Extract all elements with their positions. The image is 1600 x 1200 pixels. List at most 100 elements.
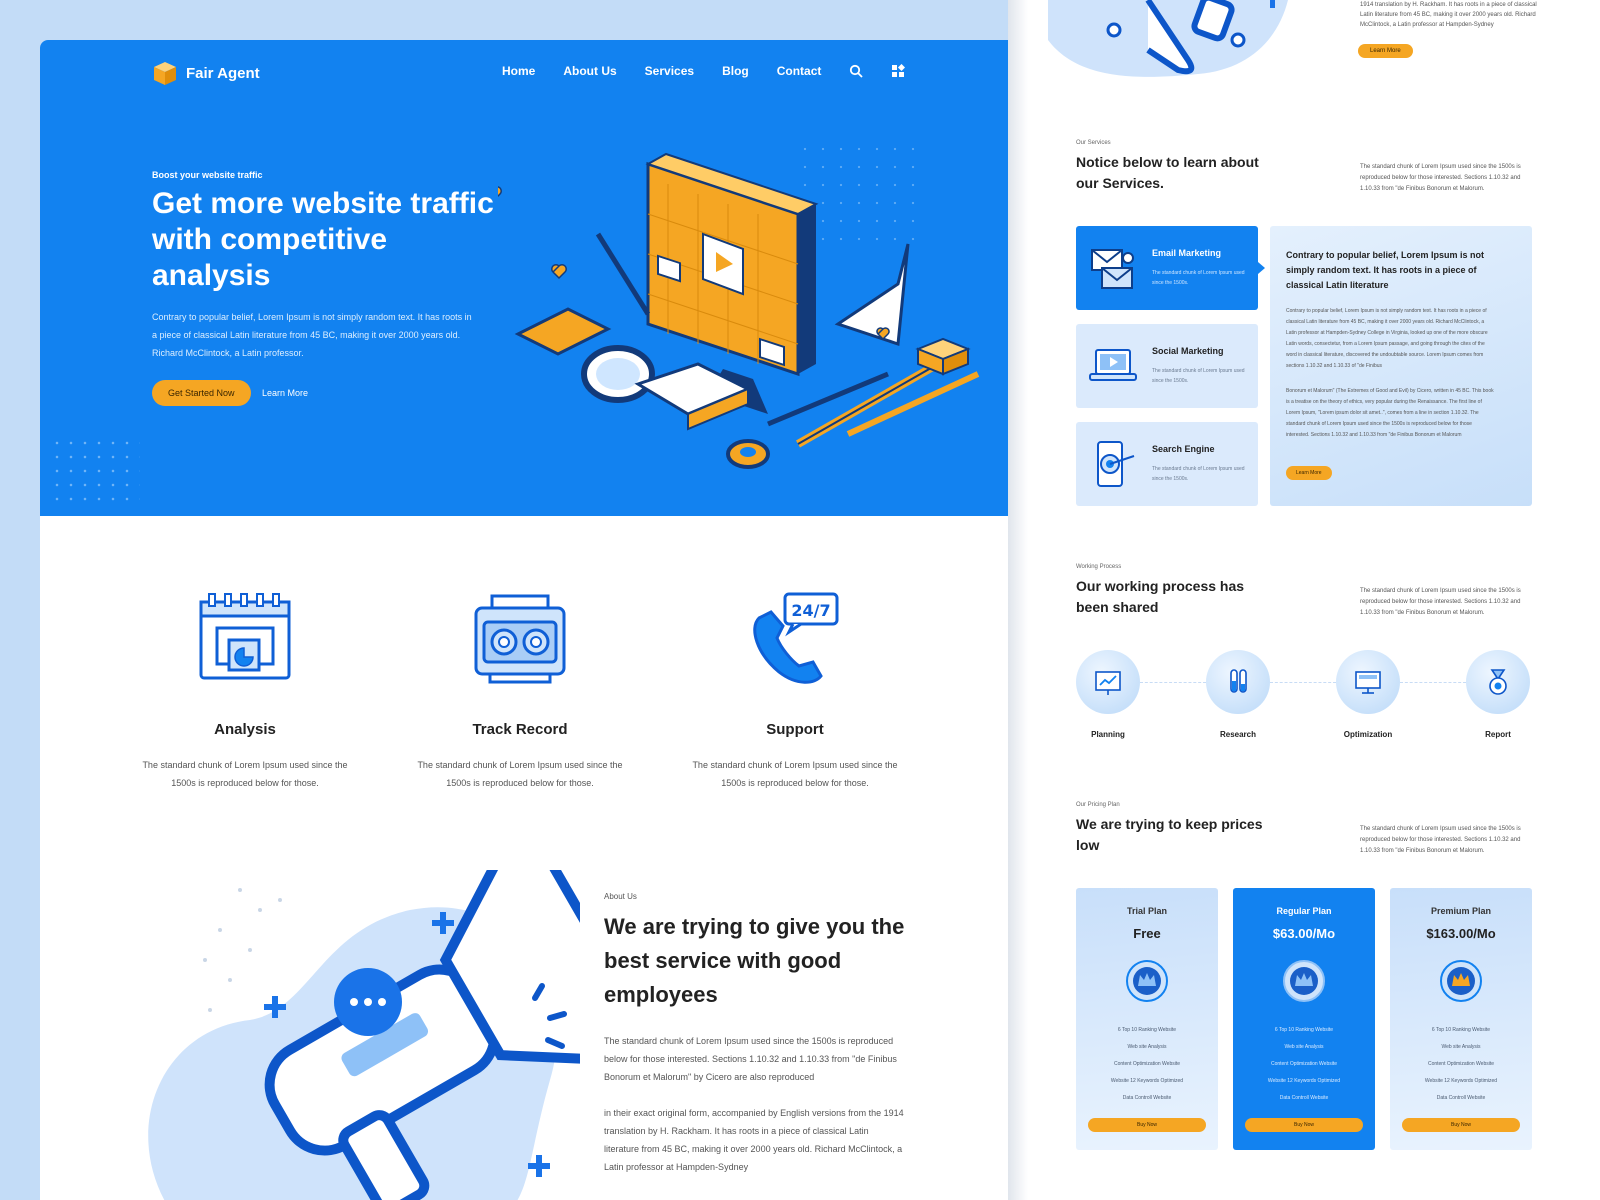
service-card-social[interactable]: Social Marketing The standard chunk of L… [1076, 324, 1258, 408]
feature-text: The standard chunk of Lorem Ipsum used s… [142, 760, 348, 788]
calendar-chart-icon [199, 593, 291, 680]
service-description: The standard chunk of Lorem Ipsum used s… [1152, 270, 1245, 286]
learn-more-link[interactable]: Learn More [262, 388, 308, 398]
plan-feature: Content Optimization Website [1113, 1061, 1181, 1067]
active-indicator-arrow [1258, 262, 1265, 274]
logo[interactable]: Fair Agent [152, 60, 260, 86]
chart-board-icon [1095, 671, 1121, 695]
about-eyebrow: About Us [604, 892, 637, 901]
get-started-button[interactable]: Get Started Now [152, 380, 251, 406]
brand-name: Fair Agent [186, 64, 260, 82]
service-name: Search Engine [1152, 444, 1215, 454]
plan-feature: 6 Top 10 Ranking Website [1117, 1027, 1177, 1033]
learn-more-button[interactable]: Learn More [1286, 466, 1332, 480]
process-step-label: Report [1485, 730, 1511, 739]
process-step-planning: Planning [1076, 650, 1140, 739]
about-paragraph: in their exact original form, accompanie… [604, 1108, 904, 1172]
email-icon [1091, 249, 1134, 289]
feature-text: The standard chunk of Lorem Ipsum used s… [417, 760, 623, 788]
search-icon[interactable] [849, 64, 864, 78]
service-card-email[interactable]: Email Marketing The standard chunk of Lo… [1076, 226, 1258, 310]
feature-support: 24/7 Support The standard chunk of Lorem… [680, 588, 910, 792]
service-card-search[interactable]: Search Engine The standard chunk of Lore… [1076, 422, 1258, 506]
services-description: The standard chunk of Lorem Ipsum used s… [1360, 164, 1521, 192]
service-description: The standard chunk of Lorem Ipsum used s… [1152, 466, 1245, 482]
process-connector [1140, 682, 1206, 683]
plan-feature: Content Optimization Website [1427, 1061, 1495, 1067]
plan-card-regular: Regular Plan $63.00/Mo 6 Top 10 Ranking … [1233, 888, 1375, 1150]
hero-description: Contrary to popular belief, Lorem Ipsum … [152, 312, 472, 358]
isometric-analytics-illustration [498, 152, 980, 469]
nav-item-home[interactable]: Home [502, 64, 535, 78]
hero-eyebrow: Boost your website traffic [152, 170, 263, 180]
learn-more-button[interactable]: Learn More [1358, 44, 1413, 58]
nav-item-blog[interactable]: Blog [722, 64, 749, 78]
hero-title: Get more website traffic with competitiv… [152, 187, 494, 292]
process-connector [1270, 682, 1336, 683]
box-logo-icon [154, 62, 176, 85]
services-title: Notice below to learn about our Services… [1076, 154, 1259, 191]
phone-24-7-icon: 24/7 [753, 592, 839, 684]
svg-text:24/7: 24/7 [791, 601, 830, 620]
crown-badge-icon [1440, 960, 1482, 1002]
plan-feature: Web site Analysis [1284, 1044, 1324, 1050]
pricing-title: We are trying to keep prices low [1076, 816, 1263, 853]
service-detail-title: Contrary to popular belief, Lorem Ipsum … [1286, 250, 1485, 290]
page-divider-shadow [1008, 0, 1028, 1200]
process-steps: Planning Research Optimization Report [1076, 650, 1536, 750]
service-description: The standard chunk of Lorem Ipsum used s… [1152, 368, 1245, 384]
nav-item-contact[interactable]: Contact [777, 64, 822, 78]
nav-item-about[interactable]: About Us [563, 64, 616, 78]
about-paragraph: The standard chunk of Lorem Ipsum used s… [604, 1036, 897, 1082]
process-step-report: Report [1466, 650, 1530, 739]
process-eyebrow: Working Process [1076, 564, 1122, 570]
buy-now-button[interactable]: Buy Now [1088, 1118, 1206, 1132]
service-detail-text: Contrary to popular belief, Lorem Ipsum … [1286, 308, 1488, 369]
process-title: Our working process has been shared [1076, 578, 1245, 615]
plan-name: Premium Plan [1430, 906, 1492, 916]
laptop-video-icon [1089, 349, 1137, 381]
process-step-label: Optimization [1343, 730, 1393, 739]
hero-section: Fair Agent Home About Us Services Blog C… [40, 40, 1008, 516]
services-eyebrow: Our Services [1076, 140, 1111, 146]
plan-feature: Data Controll Website [1436, 1095, 1486, 1101]
plan-price: $163.00/Mo [1426, 926, 1496, 941]
plan-card-premium: Premium Plan $163.00/Mo 6 Top 10 Ranking… [1390, 888, 1532, 1150]
plan-price: $63.00/Mo [1272, 926, 1336, 941]
plan-feature: 6 Top 10 Ranking Website [1431, 1027, 1491, 1033]
plan-feature: Data Controll Website [1279, 1095, 1329, 1101]
process-step-research: Research [1206, 650, 1270, 739]
plan-feature: 6 Top 10 Ranking Website [1274, 1027, 1334, 1033]
plan-features: 6 Top 10 Ranking Website Web site Analys… [1076, 1022, 1218, 1107]
landing-page-right: 1914 translation by H. Rackham. It has r… [1008, 0, 1600, 1200]
monitor-gear-icon [1355, 671, 1381, 694]
plan-feature: Website 12 Keywords Optimized [1424, 1078, 1498, 1084]
megaphone-illustration [148, 870, 580, 1200]
buy-now-button[interactable]: Buy Now [1245, 1118, 1363, 1132]
process-step-label: Planning [1091, 730, 1125, 739]
grid-menu-icon[interactable] [891, 64, 906, 78]
service-detail-text: Bonorum et Malorum" (The Extremes of Goo… [1286, 388, 1494, 438]
service-name: Social Marketing [1152, 346, 1224, 356]
plan-card-trial: Trial Plan Free 6 Top 10 Ranking Website… [1076, 888, 1218, 1150]
phone-target-icon [1097, 441, 1135, 487]
feature-title: Analysis [214, 721, 276, 738]
nav-item-services[interactable]: Services [645, 64, 694, 78]
buy-now-button[interactable]: Buy Now [1402, 1118, 1520, 1132]
feature-text: The standard chunk of Lorem Ipsum used s… [692, 760, 898, 788]
pricing-eyebrow: Our Pricing Plan [1076, 802, 1120, 808]
dots-decoration [50, 436, 140, 502]
process-description: The standard chunk of Lorem Ipsum used s… [1360, 588, 1521, 616]
plan-name: Regular Plan [1276, 906, 1332, 916]
about-paragraph: 1914 translation by H. Rackham. It has r… [1360, 2, 1537, 28]
plan-features: 6 Top 10 Ranking Website Web site Analys… [1233, 1022, 1375, 1107]
process-connector [1400, 682, 1466, 683]
plan-features: 6 Top 10 Ranking Website Web site Analys… [1390, 1022, 1532, 1107]
crown-badge-icon [1126, 960, 1168, 1002]
plan-feature: Website 12 Keywords Optimized [1267, 1078, 1341, 1084]
crown-badge-icon [1283, 960, 1325, 1002]
plan-price: Free [1133, 926, 1161, 941]
process-step-label: Research [1219, 730, 1257, 739]
about-title: We are trying to give you the best servi… [604, 914, 905, 1007]
service-detail-panel: Contrary to popular belief, Lorem Ipsum … [1270, 226, 1532, 506]
